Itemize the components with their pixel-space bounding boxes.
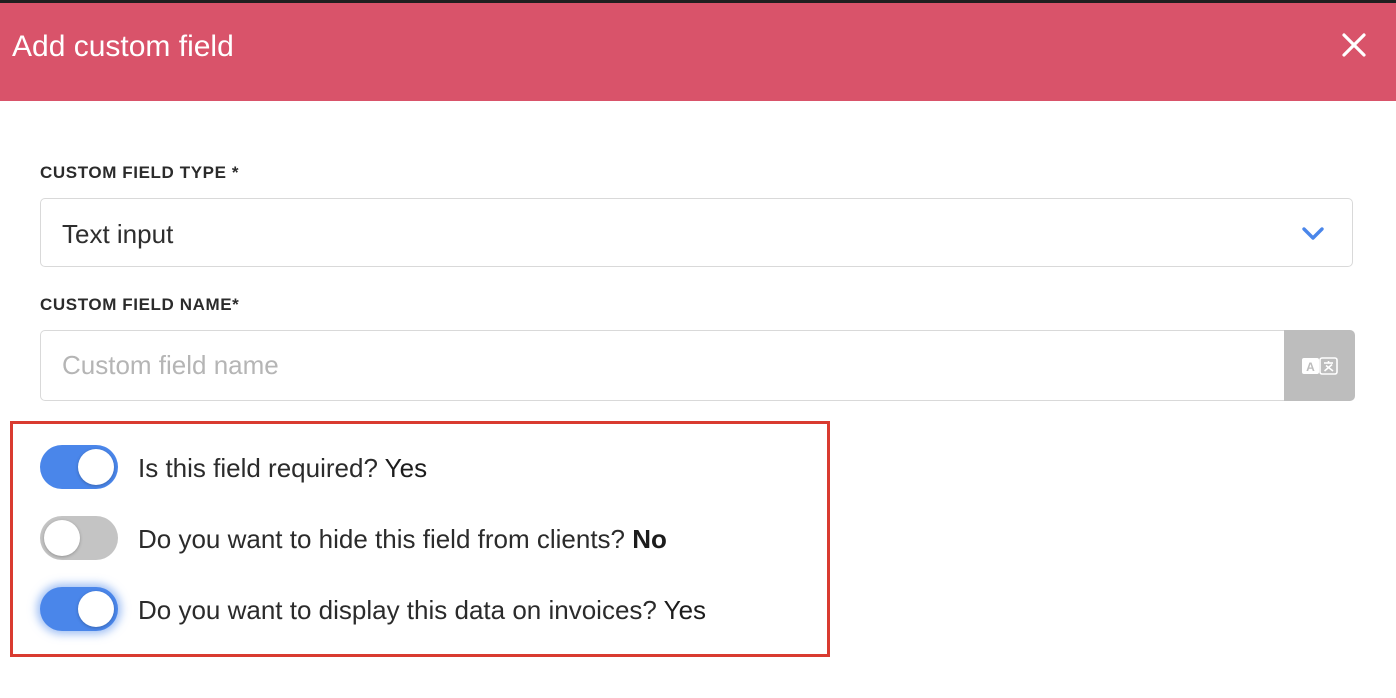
dialog-title: Add custom field [12, 30, 234, 63]
toggle-knob [78, 591, 114, 627]
required-toggle-switch[interactable] [40, 445, 118, 489]
hide-from-clients-toggle-label: Do you want to hide this field from clie… [138, 523, 667, 555]
toggle-knob [78, 449, 114, 485]
custom-field-name-label: CUSTOM FIELD NAME* [40, 295, 240, 314]
hide-from-clients-toggle-row: Do you want to hide this field from clie… [40, 516, 800, 562]
display-on-invoices-toggle-switch[interactable] [40, 587, 118, 631]
translate-button[interactable]: A [1284, 330, 1355, 401]
translate-icon: A [1302, 357, 1338, 375]
required-toggle-row: Is this field required? Yes [40, 445, 800, 491]
custom-field-type-label: CUSTOM FIELD TYPE * [40, 163, 240, 182]
close-icon [1342, 33, 1366, 57]
svg-text:A: A [1306, 360, 1315, 374]
display-on-invoices-toggle-row: Do you want to display this data on invo… [40, 587, 800, 633]
display-on-invoices-toggle-label: Do you want to display this data on invo… [138, 594, 706, 626]
custom-field-name-input[interactable] [40, 330, 1284, 401]
display-on-invoices-answer: Yes [663, 595, 707, 625]
hide-from-clients-toggle-switch[interactable] [40, 516, 118, 560]
required-toggle-label: Is this field required? Yes [138, 452, 427, 484]
required-question: Is this field required? [138, 453, 378, 483]
custom-field-type-select[interactable]: Text input [40, 198, 1353, 267]
display-on-invoices-question: Do you want to display this data on invo… [138, 595, 657, 625]
hide-from-clients-answer: No [632, 524, 667, 554]
dialog-header: Add custom field [0, 3, 1396, 101]
close-button[interactable] [1334, 25, 1374, 65]
hide-from-clients-question: Do you want to hide this field from clie… [138, 524, 626, 554]
chevron-down-icon [1302, 227, 1324, 240]
custom-field-type-value: Text input [62, 219, 174, 249]
toggle-knob [44, 520, 80, 556]
required-answer: Yes [384, 453, 428, 483]
